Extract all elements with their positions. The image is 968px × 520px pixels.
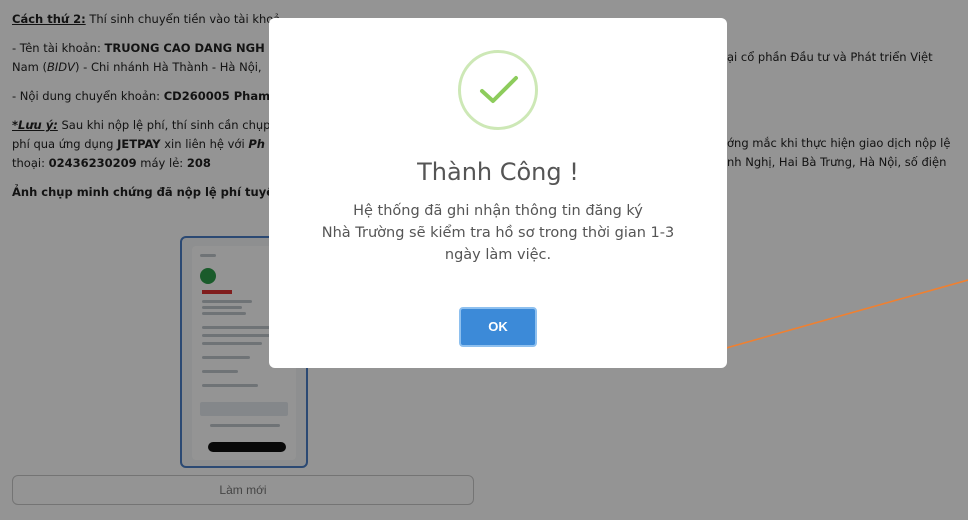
dialog-message: Hệ thống đã ghi nhận thông tin đăng ký N…: [289, 200, 707, 266]
checkmark-icon: [480, 76, 518, 103]
success-check-icon: [458, 50, 538, 130]
ok-button[interactable]: OK: [459, 307, 537, 347]
dialog-message-line-3: ngày làm việc.: [444, 247, 552, 263]
dialog-message-line-1: Hệ thống đã ghi nhận thông tin đăng ký: [353, 203, 643, 219]
dialog-message-line-2: Nhà Trường sẽ kiểm tra hồ sơ trong thời …: [321, 225, 675, 241]
success-dialog: Thành Công ! Hệ thống đã ghi nhận thông …: [269, 18, 727, 368]
dialog-title: Thành Công !: [417, 158, 579, 186]
